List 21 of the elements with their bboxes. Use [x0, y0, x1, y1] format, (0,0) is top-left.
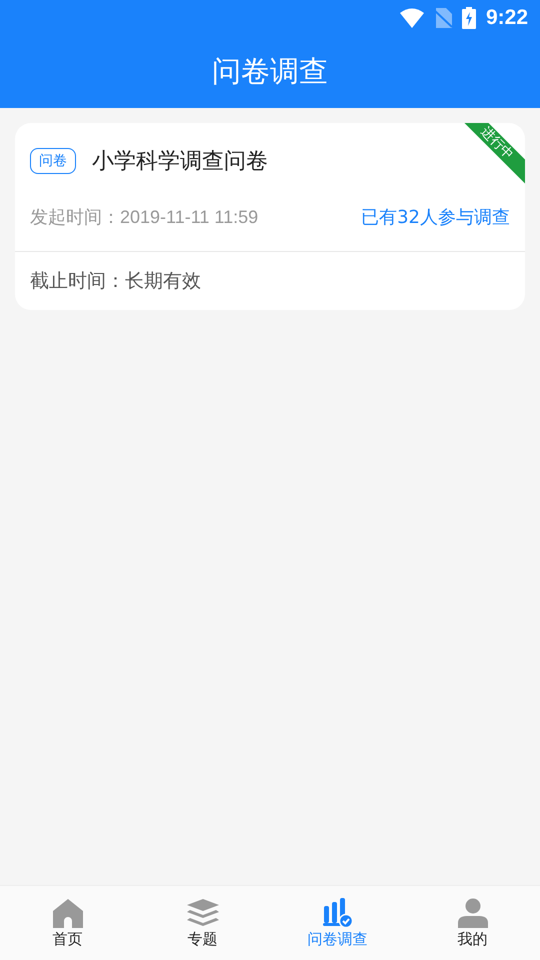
- no-sim-icon: [434, 8, 452, 28]
- bar-chart-check-icon: [322, 898, 352, 928]
- start-label: 发起时间：: [30, 206, 120, 229]
- survey-card[interactable]: 进行中 问卷 小学科学调查问卷 发起时间：2019-11-11 11:59 已有32人参与调查 截止时间：长期有效: [15, 123, 525, 310]
- survey-title: 小学科学调查问卷: [92, 148, 268, 176]
- deadline-label: 截止时间：: [30, 269, 125, 294]
- nav-tab[interactable]: 专题: [135, 886, 270, 960]
- participant-count: 已有32人参与调查: [361, 206, 510, 229]
- start-time: 2019-11-11 11:59: [120, 206, 258, 228]
- nav-tab[interactable]: 问卷调查: [270, 886, 405, 960]
- nav-tab[interactable]: 首页: [0, 886, 135, 960]
- house-icon: [52, 898, 84, 928]
- page-title: 问卷调查: [212, 53, 328, 90]
- deadline-value: 长期有效: [125, 269, 201, 294]
- battery-charging-icon: [462, 7, 476, 29]
- layers-icon: [186, 898, 220, 928]
- status-time: 9:22: [486, 6, 528, 30]
- wifi-icon: [400, 8, 424, 28]
- user-icon: [456, 898, 488, 928]
- nav-tab[interactable]: 我的: [405, 886, 540, 960]
- survey-tag: 问卷: [30, 148, 76, 174]
